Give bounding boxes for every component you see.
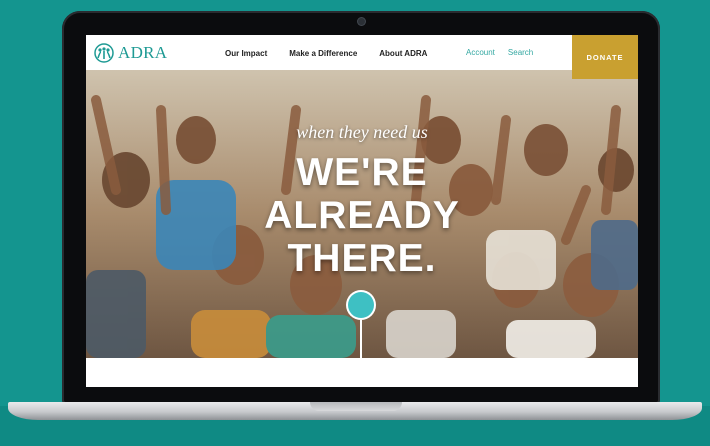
hero-tagline: when they need us — [296, 122, 428, 142]
laptop-bezel: ADRA Our Impact Make a Difference About … — [62, 11, 660, 404]
hero-headline-line-3: THERE. — [287, 237, 437, 280]
adra-logo-icon — [94, 43, 114, 63]
account-link[interactable]: Account — [466, 48, 495, 57]
laptop-opening-notch — [310, 402, 402, 411]
hero-section: when they need us WE'RE ALREADY THERE. — [86, 70, 638, 358]
content-strip — [86, 358, 638, 387]
nav-about-adra[interactable]: About ADRA — [379, 49, 427, 58]
site-header: ADRA Our Impact Make a Difference About … — [86, 35, 638, 70]
main-nav: Our Impact Make a Difference About ADRA — [225, 49, 427, 58]
nav-make-a-difference[interactable]: Make a Difference — [289, 49, 357, 58]
logo-text: ADRA — [118, 43, 168, 62]
hero-headline-line-1: WE'RE — [296, 151, 428, 194]
globe-icon[interactable] — [348, 292, 374, 318]
camera-icon — [358, 18, 365, 25]
laptop-screen: ADRA Our Impact Make a Difference About … — [86, 35, 638, 387]
utility-nav: Account Search — [466, 48, 533, 57]
nav-our-impact[interactable]: Our Impact — [225, 49, 267, 58]
hero-headline-line-2: ALREADY — [264, 194, 460, 237]
globe-pointer-line — [360, 320, 362, 358]
search-link[interactable]: Search — [508, 48, 533, 57]
donate-button[interactable]: DONATE — [572, 35, 638, 79]
site-logo[interactable]: ADRA — [93, 43, 167, 63]
